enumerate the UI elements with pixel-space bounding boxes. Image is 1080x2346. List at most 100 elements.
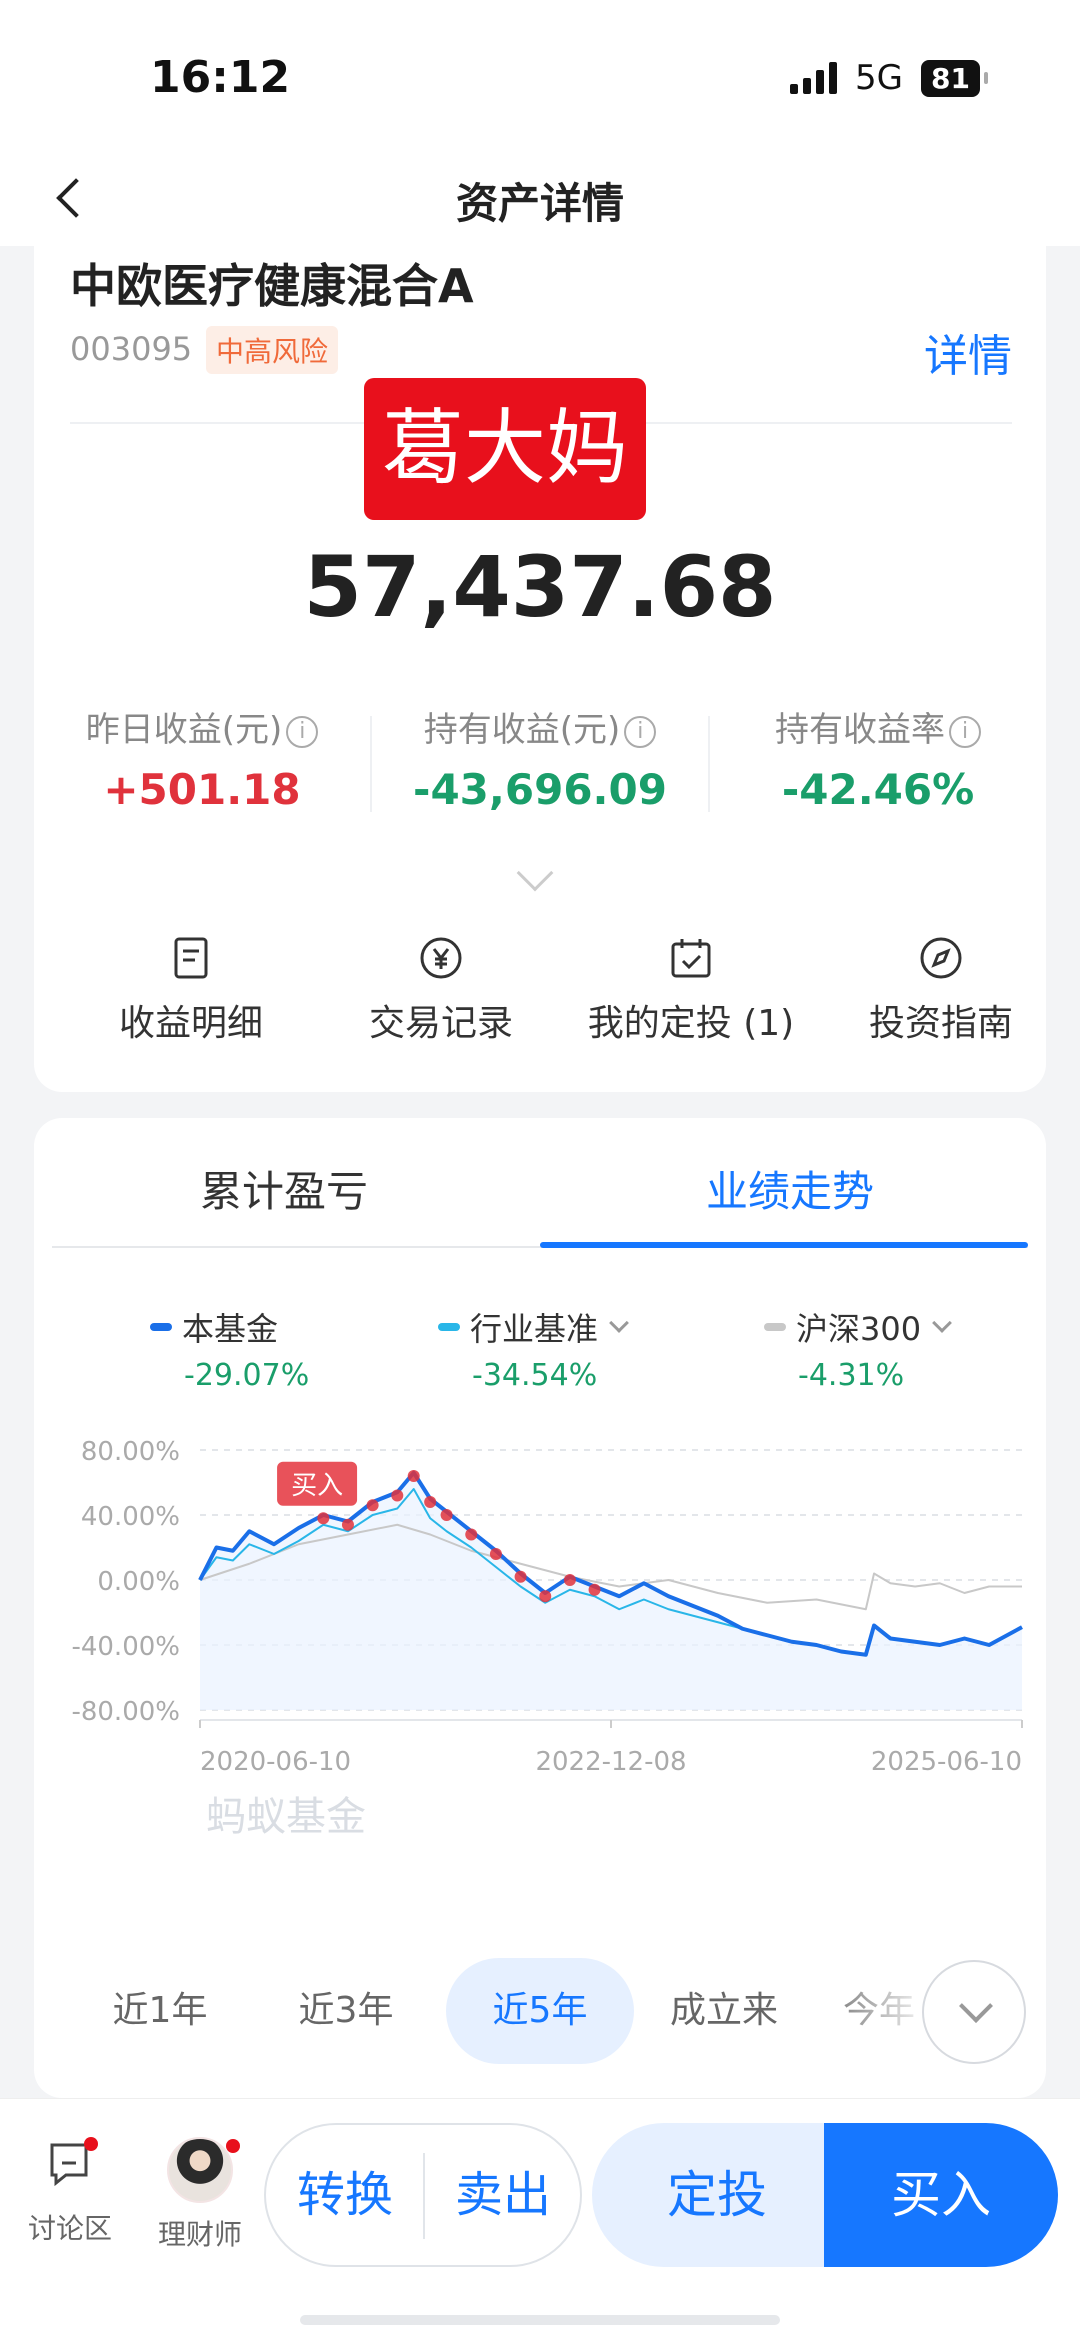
bottom-action-bar: 讨论区 理财师 转换 卖出 定投 买入 <box>0 2098 1080 2346</box>
period-5y[interactable]: 近5年 <box>446 1958 634 2064</box>
quick-action-auto-invest[interactable]: 我的定投 (1) <box>566 936 816 1046</box>
performance-card: 累计盈亏 业绩走势 本基金 -29.07% 行业基准 -34.54% 沪深300… <box>34 1118 1046 2098</box>
quick-action-label: 收益明细 <box>118 1003 263 1044</box>
auto-invest-button[interactable]: 定投 <box>592 2123 842 2267</box>
stat-value: -43,696.09 <box>413 765 667 814</box>
convert-button[interactable]: 转换 <box>266 2125 424 2265</box>
status-time: 16:12 <box>150 52 291 103</box>
status-bar: 16:12 5G 81 <box>0 0 1080 150</box>
y-tick-label: 80.00% <box>81 1438 180 1467</box>
buy-marker <box>563 1574 576 1586</box>
buy-label: 买入 <box>291 1471 343 1501</box>
watermark: 蚂蚁基金 <box>206 1794 366 1840</box>
legend-label: 沪深300 <box>796 1310 922 1348</box>
stat-label: 持有收益率 <box>775 710 945 750</box>
quick-action-income[interactable]: 收益明细 <box>66 936 316 1046</box>
info-icon[interactable]: i <box>286 715 319 748</box>
y-tick-label: 40.00% <box>81 1502 180 1532</box>
stat-value: +501.18 <box>103 765 301 814</box>
info-icon[interactable]: i <box>624 715 657 748</box>
legend-value: -34.54% <box>472 1358 598 1393</box>
legend-label: 行业基准 <box>470 1310 599 1348</box>
x-tick-label: 2022-12-08 <box>535 1747 686 1777</box>
buy-marker <box>489 1548 502 1560</box>
home-indicator <box>300 2315 780 2325</box>
notification-dot <box>84 2137 98 2151</box>
chevron-down-icon <box>609 1313 629 1333</box>
performance-chart: 80.00% 40.00% 0.00% -40.00% -80.00% 2020-06-1… <box>71 1438 1023 1777</box>
document-icon <box>174 937 208 979</box>
x-tick-label: 2020-06-10 <box>200 1747 351 1777</box>
info-icon[interactable]: i <box>949 715 981 748</box>
legend-value: -29.07% <box>184 1358 310 1393</box>
stat-label: 持有收益(元) <box>423 710 621 750</box>
avatar <box>167 2137 233 2203</box>
legend-item-hs300[interactable]: 沪深300 -4.31% <box>764 1304 952 1393</box>
buy-button[interactable]: 买入 <box>824 2123 1058 2267</box>
y-tick-label: 0.00% <box>97 1567 180 1597</box>
buy-marker <box>539 1590 552 1603</box>
buy-marker <box>465 1528 478 1541</box>
period-3y[interactable]: 近3年 <box>252 1958 440 2064</box>
stat-label: 昨日收益(元) <box>85 710 283 750</box>
legend-label: 本基金 <box>182 1310 279 1348</box>
total-asset-value: 57,437.68 <box>303 538 777 636</box>
buy-marker <box>341 1518 354 1531</box>
tab-active-indicator <box>540 1242 1028 1248</box>
tab-cumulative-pnl[interactable]: 累计盈亏 <box>34 1158 534 1219</box>
battery-icon: 81 <box>921 59 988 97</box>
x-tick-label: 2025-06-10 <box>871 1747 1022 1777</box>
legend-swatch <box>438 1323 460 1331</box>
overlay-stamp: 葛大妈 <box>364 378 646 520</box>
quick-action-label: 投资指南 <box>868 1003 1013 1044</box>
forum-button[interactable]: 讨论区 <box>20 2137 120 2247</box>
buy-marker <box>407 1470 420 1482</box>
nav-bar: 资产详情 <box>0 150 1080 246</box>
stat-value: -42.46% <box>781 765 975 814</box>
buy-marker <box>424 1496 437 1508</box>
legend-item-benchmark[interactable]: 行业基准 -34.54% <box>438 1304 629 1393</box>
divider <box>708 716 710 812</box>
stat-holding-profit: 持有收益(元) i -43,696.09 <box>390 702 690 814</box>
tab-performance-trend[interactable]: 业绩走势 <box>540 1158 1040 1219</box>
divider <box>370 716 372 812</box>
compass-icon <box>920 937 962 979</box>
sell-button[interactable]: 卖出 <box>424 2125 582 2265</box>
stat-holding-rate: 持有收益率 i -42.46% <box>728 702 1028 814</box>
expand-periods-button[interactable] <box>922 1960 1026 2064</box>
y-tick-label: -80.00% <box>71 1697 180 1727</box>
buy-marker <box>514 1570 527 1583</box>
asset-card: 中欧医疗健康混合A 003095 中高风险 详情 57,437.68 葛大妈 昨… <box>34 246 1046 1092</box>
period-1y[interactable]: 近1年 <box>66 1958 254 2064</box>
period-selector: 近1年 近3年 近5年 成立来 今年 <box>34 1958 1046 2068</box>
buy-marker <box>588 1583 601 1596</box>
buy-marker <box>366 1499 379 1512</box>
quick-action-label: 我的定投 (1) <box>587 1003 795 1044</box>
quick-action-label: 交易记录 <box>368 1003 513 1044</box>
forum-label: 讨论区 <box>27 2212 112 2245</box>
y-tick-label: -40.00% <box>71 1632 180 1662</box>
legend-value: -4.31% <box>798 1358 905 1393</box>
quick-action-trades[interactable]: 交易记录 <box>316 936 566 1046</box>
detail-link[interactable]: 详情 <box>924 320 1012 384</box>
period-since-inception[interactable]: 成立来 <box>630 1958 818 2064</box>
advisor-button[interactable]: 理财师 <box>150 2137 250 2253</box>
convert-sell-group: 转换 卖出 <box>264 2123 582 2267</box>
chevron-down-icon <box>959 1989 993 2023</box>
risk-badge: 中高风险 <box>206 326 339 374</box>
legend-swatch <box>764 1323 786 1331</box>
chevron-down-icon[interactable] <box>516 854 554 892</box>
status-indicators: 5G 81 <box>790 58 988 98</box>
chevron-down-icon <box>932 1313 952 1333</box>
signal-icon <box>790 62 838 94</box>
fade-overlay <box>814 1958 934 2064</box>
buy-marker <box>391 1489 404 1502</box>
fund-code: 003095 <box>70 330 193 368</box>
page-title: 资产详情 <box>455 179 624 228</box>
quick-action-guide[interactable]: 投资指南 <box>816 936 1066 1046</box>
legend-swatch <box>150 1323 172 1331</box>
buy-marker <box>317 1512 330 1525</box>
calendar-check-icon <box>671 939 711 978</box>
notification-dot <box>226 2139 240 2153</box>
legend-item-fund: 本基金 -29.07% <box>150 1304 309 1393</box>
